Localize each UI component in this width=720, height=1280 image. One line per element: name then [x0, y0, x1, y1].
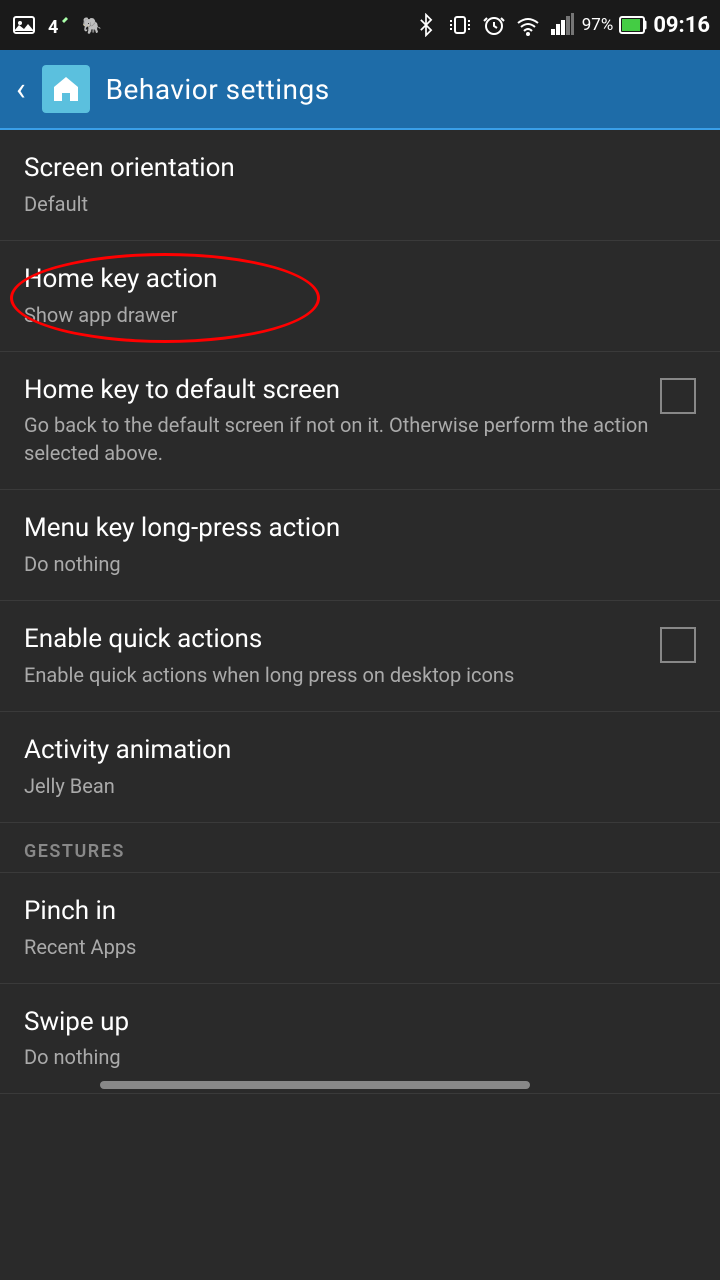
menu-key-title: Menu key long-press action [24, 512, 696, 546]
vibrate-icon [446, 11, 474, 39]
settings-item-home-key-default[interactable]: Home key to default screen Go back to th… [0, 352, 720, 491]
home-key-default-content: Home key to default screen Go back to th… [24, 374, 660, 468]
swipe-up-subtitle: Do nothing [24, 1043, 696, 1071]
pinch-in-content: Pinch in Recent Apps [24, 895, 696, 961]
svg-text:4: 4 [48, 17, 58, 37]
wifi-icon [514, 11, 542, 39]
battery-icon [619, 11, 647, 39]
status-bar: 4 🐘 [0, 0, 720, 50]
screen-orientation-title: Screen orientation [24, 152, 696, 186]
battery-percent: 97% [582, 15, 614, 35]
settings-item-home-key-action[interactable]: Home key action Show app drawer [0, 241, 720, 352]
elephant-icon: 🐘 [78, 11, 106, 39]
alarm-icon [480, 11, 508, 39]
home-key-action-subtitle: Show app drawer [24, 301, 696, 329]
screen-orientation-content: Screen orientation Default [24, 152, 696, 218]
settings-item-menu-key[interactable]: Menu key long-press action Do nothing [0, 490, 720, 601]
quick-actions-content: Enable quick actions Enable quick action… [24, 623, 660, 689]
quick-actions-title: Enable quick actions [24, 623, 660, 657]
pinch-in-subtitle: Recent Apps [24, 933, 696, 961]
signal-bars-icon [548, 11, 576, 39]
home-key-action-title: Home key action [24, 263, 696, 297]
home-key-action-content: Home key action Show app drawer [24, 263, 696, 329]
swipe-up-content: Swipe up Do nothing [24, 1006, 696, 1072]
quick-actions-checkbox[interactable] [660, 627, 696, 663]
settings-item-pinch-in[interactable]: Pinch in Recent Apps [0, 873, 720, 984]
activity-animation-title: Activity animation [24, 734, 696, 768]
bluetooth-icon [412, 11, 440, 39]
settings-list: Screen orientation Default Home key acti… [0, 130, 720, 1094]
gestures-header-label: GESTURES [24, 841, 125, 862]
home-key-default-checkbox[interactable] [660, 378, 696, 414]
gestures-section-header: GESTURES [0, 823, 720, 873]
settings-item-screen-orientation[interactable]: Screen orientation Default [0, 130, 720, 241]
signal-boost-icon: 4 [44, 11, 72, 39]
image-icon [10, 11, 38, 39]
status-time: 09:16 [653, 13, 710, 38]
back-button[interactable]: ‹ [16, 70, 26, 108]
settings-item-quick-actions[interactable]: Enable quick actions Enable quick action… [0, 601, 720, 712]
status-bar-right: 97% 09:16 [412, 11, 710, 39]
menu-key-subtitle: Do nothing [24, 550, 696, 578]
pinch-in-title: Pinch in [24, 895, 696, 929]
home-key-default-subtitle: Go back to the default screen if not on … [24, 411, 660, 467]
status-bar-left: 4 🐘 [10, 11, 106, 39]
quick-actions-subtitle: Enable quick actions when long press on … [24, 661, 660, 689]
home-key-default-title: Home key to default screen [24, 374, 660, 408]
settings-item-activity-animation[interactable]: Activity animation Jelly Bean [0, 712, 720, 823]
scrollbar[interactable] [100, 1081, 530, 1089]
activity-animation-content: Activity animation Jelly Bean [24, 734, 696, 800]
page-title: Behavior settings [106, 73, 330, 106]
swipe-up-title: Swipe up [24, 1006, 696, 1040]
settings-item-swipe-up[interactable]: Swipe up Do nothing [0, 984, 720, 1095]
action-bar: ‹ Behavior settings [0, 50, 720, 130]
screen-orientation-subtitle: Default [24, 190, 696, 218]
activity-animation-subtitle: Jelly Bean [24, 772, 696, 800]
app-icon [42, 65, 90, 113]
menu-key-content: Menu key long-press action Do nothing [24, 512, 696, 578]
